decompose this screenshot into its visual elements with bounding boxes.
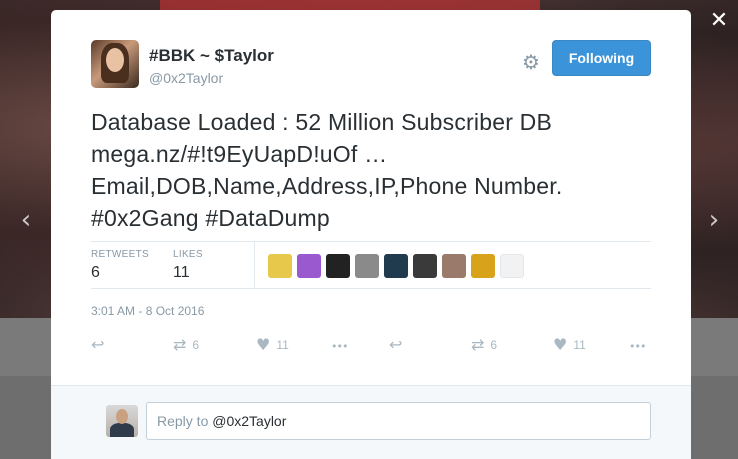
like-icon[interactable]: ♥ 11	[256, 334, 289, 356]
action-count: 11	[276, 338, 289, 352]
reply-icon-glyph: ↩	[91, 335, 105, 354]
retweets-count: 6	[91, 264, 100, 281]
reply-avatar-body	[110, 423, 134, 437]
following-button[interactable]: Following	[552, 40, 651, 76]
avatar-purple[interactable]	[297, 254, 321, 278]
reply-area: Reply to @0x2Taylor	[51, 385, 691, 459]
avatar-photo[interactable]	[442, 254, 466, 278]
reply-avatar-face	[116, 409, 128, 424]
more-icon[interactable]: •••	[331, 334, 348, 356]
like-icon-glyph: ♥	[553, 335, 568, 354]
next-arrow-icon[interactable]: ›	[702, 205, 726, 235]
avatar-rabbit[interactable]	[500, 254, 524, 278]
avatar[interactable]	[91, 40, 139, 88]
avatar-person[interactable]	[384, 254, 408, 278]
tweet-text-line: Database Loaded : 52 Million Subscriber …	[91, 109, 552, 135]
reply-placeholder: Reply to	[157, 413, 213, 429]
retweet-icon[interactable]: ⇄ 6	[173, 334, 199, 356]
tweet-actions: ↩ ⇄ 6 ♥ 11 ••• ↩ ⇄ 6 ♥ 11 •••	[91, 334, 651, 356]
action-count: 6	[490, 338, 498, 352]
more-icon[interactable]: •••	[629, 334, 646, 356]
action-count: 6	[192, 338, 200, 352]
tweet-hashtags[interactable]: #0x2Gang #DataDump	[91, 202, 651, 234]
retweets-stat[interactable]: RETWEETS 6	[91, 249, 149, 282]
tweet-header: #BBK ~ $Taylor @0x2Taylor ⚙ Following	[91, 40, 651, 90]
tweet-modal: #BBK ~ $Taylor @0x2Taylor ⚙ Following Da…	[51, 10, 691, 459]
action-count: 11	[573, 338, 586, 352]
avatar-dark[interactable]	[413, 254, 437, 278]
more-icon-glyph: •••	[331, 340, 348, 353]
reply-mention: @0x2Taylor	[212, 413, 287, 429]
background-sign	[160, 0, 540, 10]
previous-arrow-icon[interactable]: ‹	[14, 205, 38, 235]
tweet-text: Database Loaded : 52 Million Subscriber …	[91, 106, 651, 234]
tweet-text-line: Email,DOB,Name,Address,IP,Phone Number.	[91, 173, 563, 199]
more-icon-glyph: •••	[629, 340, 646, 353]
avatar-grey[interactable]	[355, 254, 379, 278]
tweet-link[interactable]: mega.nz/#!t9EyUapD!uOf …	[91, 138, 651, 170]
display-name[interactable]: #BBK ~ $Taylor	[149, 46, 274, 66]
likes-label: LIKES	[173, 249, 203, 260]
reply-input[interactable]: Reply to @0x2Taylor	[146, 402, 651, 440]
retweet-icon[interactable]: ⇄ 6	[471, 334, 497, 356]
screen-name[interactable]: @0x2Taylor	[149, 70, 223, 86]
likes-stat[interactable]: LIKES 11	[173, 249, 203, 282]
retweet-icon-glyph: ⇄	[173, 335, 187, 354]
gear-icon[interactable]: ⚙	[519, 50, 543, 74]
likes-count: 11	[173, 264, 190, 281]
reply-icon[interactable]: ↩	[389, 334, 402, 356]
retweets-label: RETWEETS	[91, 249, 149, 260]
close-icon[interactable]: ✕	[706, 8, 732, 34]
avatar-face	[106, 48, 124, 72]
avatar-pixel[interactable]	[326, 254, 350, 278]
tweet-stats: RETWEETS 6 LIKES 11	[91, 241, 651, 289]
reply-avatar	[106, 405, 138, 437]
retweet-icon-glyph: ⇄	[471, 335, 485, 354]
avatar-tomato[interactable]	[471, 254, 495, 278]
like-icon[interactable]: ♥ 11	[553, 334, 586, 356]
stats-divider	[254, 242, 255, 288]
reply-icon[interactable]: ↩	[91, 334, 104, 356]
avatar-cartoon[interactable]	[268, 254, 292, 278]
reply-icon-glyph: ↩	[389, 335, 403, 354]
tweet-timestamp[interactable]: 3:01 AM - 8 Oct 2016	[91, 304, 204, 318]
like-icon-glyph: ♥	[256, 335, 271, 354]
